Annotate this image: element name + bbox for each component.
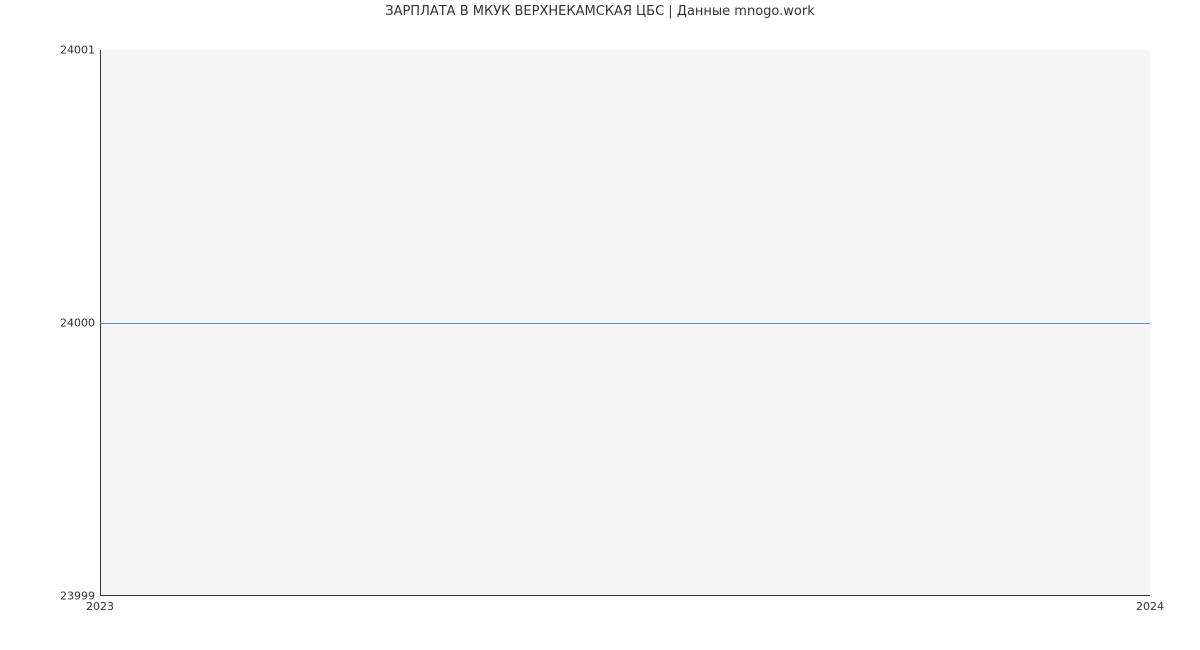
chart-title: ЗАРПЛАТА В МКУК ВЕРХНЕКАМСКАЯ ЦБС | Данн… [0,4,1200,19]
y-tick-label: 24001 [5,44,95,57]
x-tick-label: 2024 [1136,600,1164,613]
data-line [100,323,1150,324]
y-tick-label: 24000 [5,317,95,330]
y-tick-label: 23999 [5,590,95,603]
x-tick-label: 2023 [86,600,114,613]
